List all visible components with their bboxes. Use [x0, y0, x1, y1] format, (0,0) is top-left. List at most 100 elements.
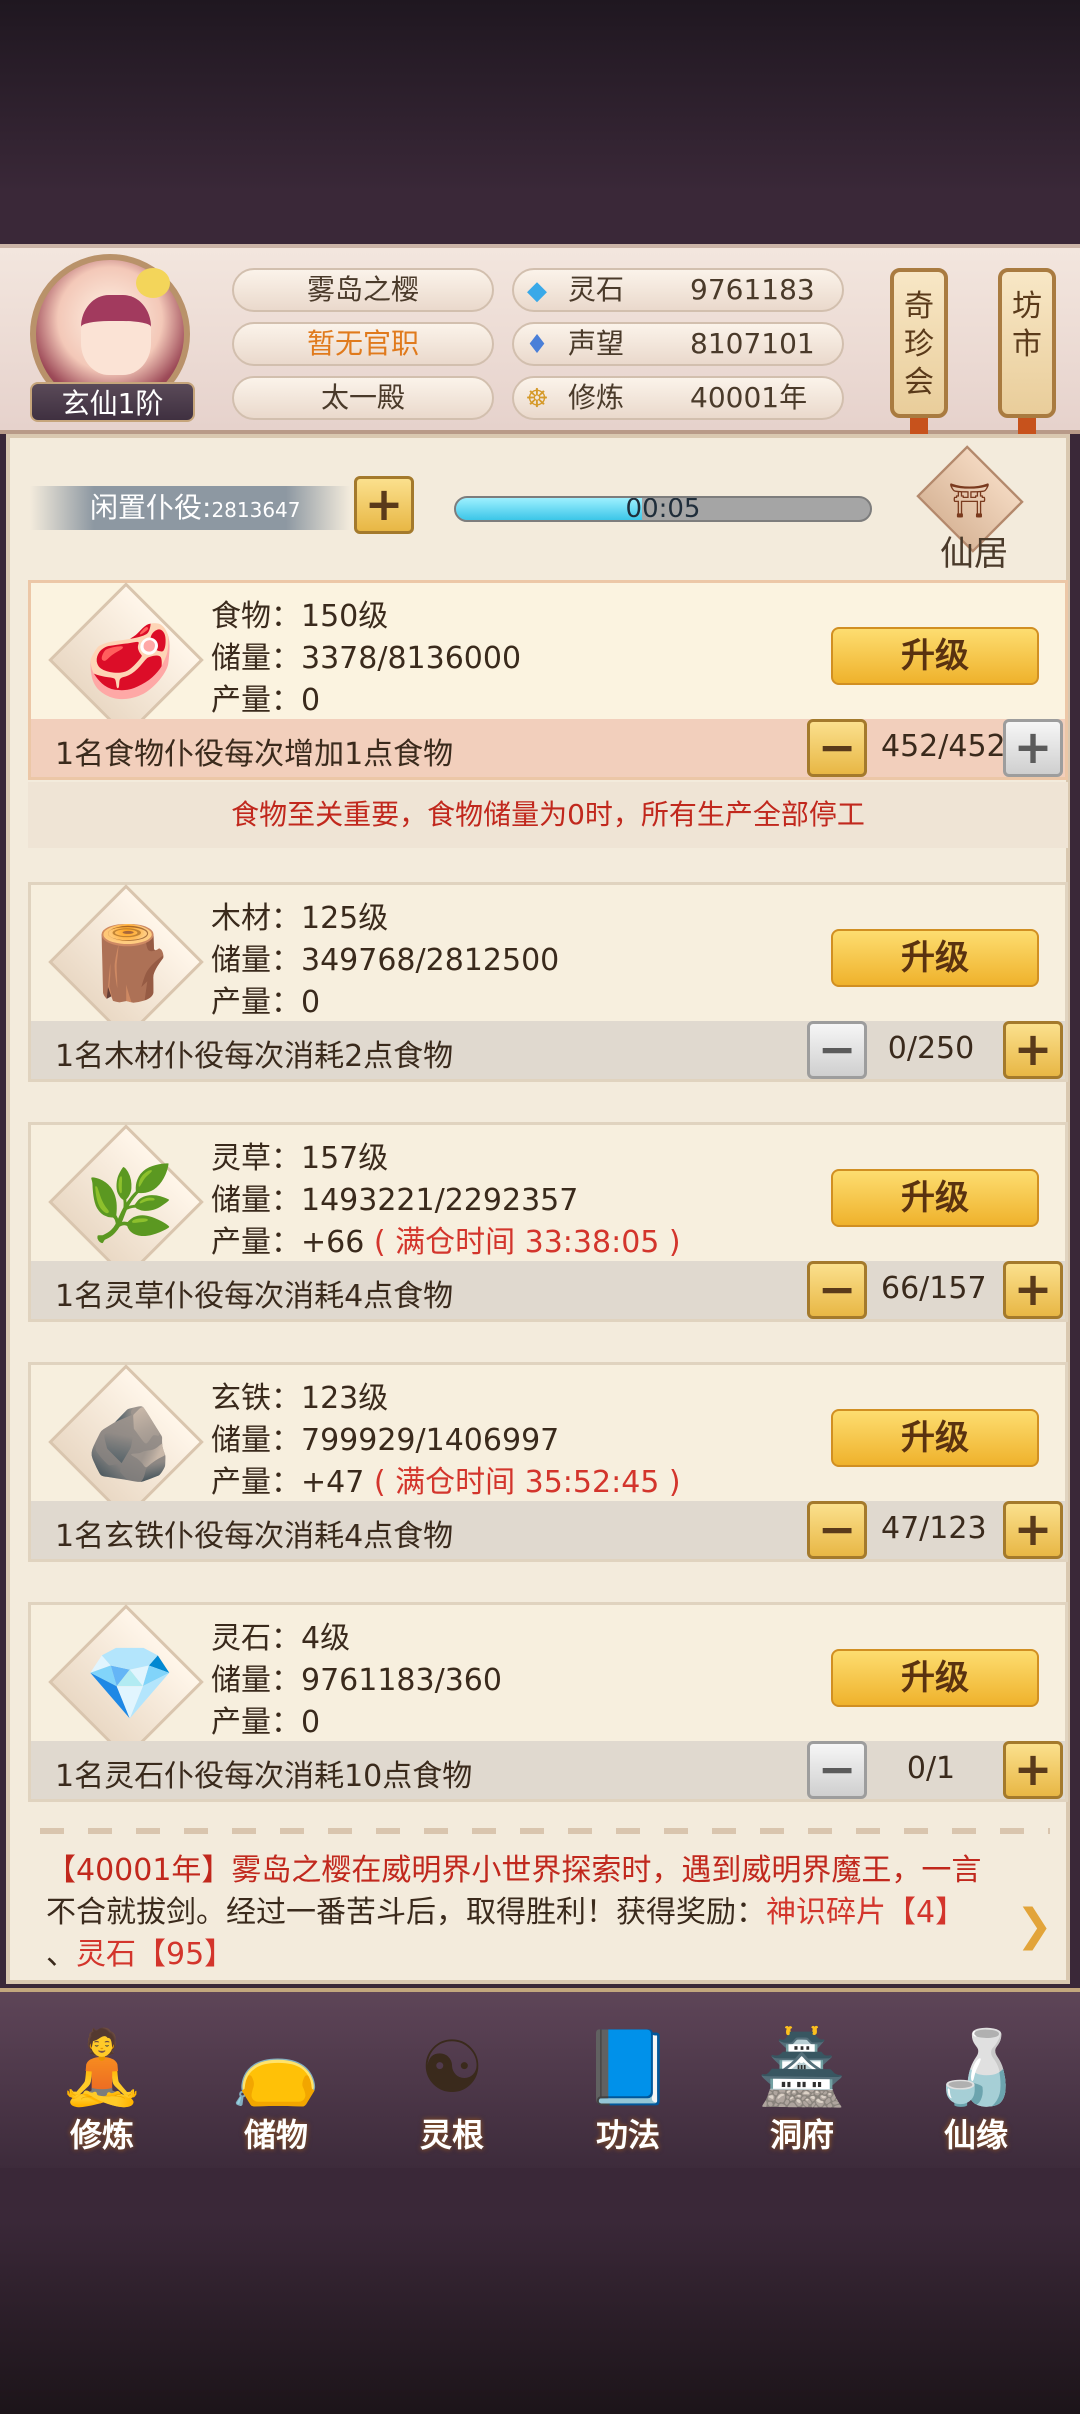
cultivate-icon: 🧘 [57, 2025, 147, 2109]
idle-label: 闲置仆役: [90, 491, 212, 524]
sign-label: 坊市 [1012, 289, 1042, 362]
servant-row: 1名食物仆役每次增加1点食物 − 452/452 + [31, 719, 1065, 777]
log-reward: 灵石【95】 [76, 1937, 235, 1972]
herb-icon: 🌿 [85, 1161, 175, 1245]
servant-desc: 1名玄铁仆役每次消耗4点食物 [55, 1519, 454, 1554]
increase-button[interactable]: + [1003, 1021, 1063, 1079]
pagoda-icon: ⛩ [948, 480, 991, 520]
resource-output: 产量：+47 ( 满仓时间 35:52:45 ) [211, 1457, 681, 1501]
office-title[interactable]: 暂无官职 [232, 322, 494, 366]
stat-value: 40001年 [690, 381, 808, 414]
stat-label: 修炼 [568, 381, 625, 414]
upgrade-button[interactable]: 升级 [831, 627, 1039, 685]
food-notice: 食物至关重要，食物储量为0时，所有生产全部停工 [28, 782, 1068, 848]
upgrade-button[interactable]: 升级 [831, 1409, 1039, 1467]
nav-label: 修炼 [69, 2116, 134, 2154]
resource-storage: 储量：1493221/2292357 [211, 1183, 579, 1218]
palace-name[interactable]: 太一殿 [232, 376, 494, 420]
increase-button[interactable]: + [1003, 719, 1063, 777]
decrease-button[interactable]: − [807, 1261, 867, 1319]
decrease-button[interactable]: − [807, 719, 867, 777]
increase-button[interactable]: + [1003, 1501, 1063, 1559]
resource-name: 木材：125级 [211, 901, 389, 936]
nav-immortal-fate[interactable]: 🍶 仙缘 [906, 2012, 1046, 2172]
progress-timer: 00:05 [625, 496, 701, 522]
output-value: 产量：0 [211, 683, 321, 718]
nav-label: 洞府 [769, 2116, 834, 2154]
hair-bow-icon [136, 268, 170, 298]
resource-name: 灵草：157级 [211, 1141, 389, 1176]
servant-desc: 1名木材仆役每次消耗2点食物 [55, 1039, 454, 1074]
bottom-nav: 🧘 修炼 👝 储物 ☯ 灵根 📘 功法 🏯 洞府 🍶 仙缘 [0, 1988, 1080, 2168]
servant-row: 1名玄铁仆役每次消耗4点食物 − 47/123 + [31, 1501, 1065, 1559]
decrease-button[interactable]: − [807, 1501, 867, 1559]
output-value: 产量：+66 [211, 1225, 365, 1260]
prestige-icon: ♦ [525, 330, 549, 360]
servant-desc: 1名灵石仆役每次消耗10点食物 [55, 1759, 473, 1794]
rank-tag: 玄仙1阶 [30, 382, 195, 422]
nav-cultivate[interactable]: 🧘 修炼 [32, 2012, 172, 2172]
resource-output: 产量：0 [211, 675, 320, 719]
decrease-button[interactable]: − [807, 1021, 867, 1079]
resource-output: 产量：+66 ( 满仓时间 33:38:05 ) [211, 1217, 681, 1261]
meat-icon: 🥩 [85, 619, 175, 703]
upgrade-button[interactable]: 升级 [831, 929, 1039, 987]
servant-count: 0/250 [887, 1031, 975, 1066]
servant-count: 66/157 [881, 1271, 987, 1306]
output-value: 产量：0 [211, 985, 321, 1020]
nav-label: 仙缘 [943, 2116, 1008, 2154]
resource-storage: 储量：799929/1406997 [211, 1423, 560, 1458]
nav-cave-dwelling[interactable]: 🏯 洞府 [732, 2012, 872, 2172]
resource-output: 产量：0 [211, 977, 320, 1021]
treasure-fair-sign[interactable]: 奇珍会 [890, 268, 948, 458]
upgrade-button[interactable]: 升级 [831, 1649, 1039, 1707]
stat-prestige: ♦ 声望 8107101 [512, 322, 844, 366]
idle-servants: 闲置仆役:2813647 [30, 486, 350, 530]
top-bar: 玄仙1阶 雾岛之樱 暂无官职 太一殿 ◆ 灵石 9761183 ♦ 声望 810… [0, 244, 1080, 458]
output-value: 产量：0 [211, 1705, 321, 1740]
stat-label: 声望 [568, 327, 625, 360]
stat-cultivation: ☸ 修炼 40001年 [512, 376, 844, 420]
nav-label: 灵根 [419, 2116, 484, 2154]
servant-row: 1名灵石仆役每次消耗10点食物 − 0/1 + [31, 1741, 1065, 1799]
full-time: ( 满仓时间 33:38:05 ) [373, 1225, 681, 1260]
increase-button[interactable]: + [1003, 1741, 1063, 1799]
increase-button[interactable]: + [1003, 1261, 1063, 1319]
home-label[interactable]: 仙居 [940, 526, 1008, 575]
event-log[interactable]: 【40001年】雾岛之樱在威明界小世界探索时，遇到威明界魔王，一言 不合就拔剑。… [10, 1842, 1074, 1972]
resource-storage: 储量：349768/2812500 [211, 943, 560, 978]
immortal-fate-icon: 🍶 [931, 2025, 1021, 2109]
spirit-stone-icon: ◆ [527, 276, 547, 306]
resource-card-food: 🥩 食物：150级 储量：3378/8136000 产量：0 升级 1名食物仆役… [28, 580, 1068, 780]
nav-storage[interactable]: 👝 储物 [206, 2012, 346, 2172]
market-sign[interactable]: 坊市 [998, 268, 1056, 458]
cave-dwelling-icon: 🏯 [757, 2025, 847, 2109]
idle-count: 2813647 [211, 498, 301, 522]
expand-log-arrow-icon[interactable]: ❯ [1016, 1900, 1053, 1951]
output-value: 产量：+47 [211, 1465, 365, 1500]
stat-label: 灵石 [568, 273, 625, 306]
log-line: 、灵石【95】 [46, 1934, 1038, 1972]
spirit-root-icon: ☯ [419, 2025, 485, 2109]
meditation-icon: ☸ [525, 384, 549, 414]
wood-icon: 🪵 [85, 921, 175, 1005]
servant-count: 0/1 [906, 1751, 956, 1786]
sign-label: 奇珍会 [904, 289, 934, 400]
resource-storage: 储量：9761183/360 [211, 1663, 502, 1698]
resource-card-spirit-stone: 💎 灵石：4级 储量：9761183/360 产量：0 升级 1名灵石仆役每次消… [28, 1602, 1068, 1802]
servant-desc: 1名灵草仆役每次消耗4点食物 [55, 1279, 454, 1314]
add-servant-button[interactable]: + [354, 476, 414, 534]
decrease-button[interactable]: − [807, 1741, 867, 1799]
upgrade-button[interactable]: 升级 [831, 1169, 1039, 1227]
log-line: 【40001年】雾岛之樱在威明界小世界探索时，遇到威明界魔王，一言 [46, 1853, 982, 1888]
recruit-progress: 00:05 [454, 496, 872, 522]
avatar-face [81, 295, 151, 375]
nav-technique[interactable]: 📘 功法 [558, 2012, 698, 2172]
nav-label: 储物 [243, 2116, 308, 2154]
resource-storage: 储量：3378/8136000 [211, 641, 522, 676]
player-name[interactable]: 雾岛之樱 [232, 268, 494, 312]
nav-spirit-root[interactable]: ☯ 灵根 [382, 2012, 522, 2172]
technique-book-icon: 📘 [583, 2025, 673, 2109]
resource-name: 灵石：4级 [211, 1621, 351, 1656]
servant-row: 1名木材仆役每次消耗2点食物 − 0/250 + [31, 1021, 1065, 1079]
